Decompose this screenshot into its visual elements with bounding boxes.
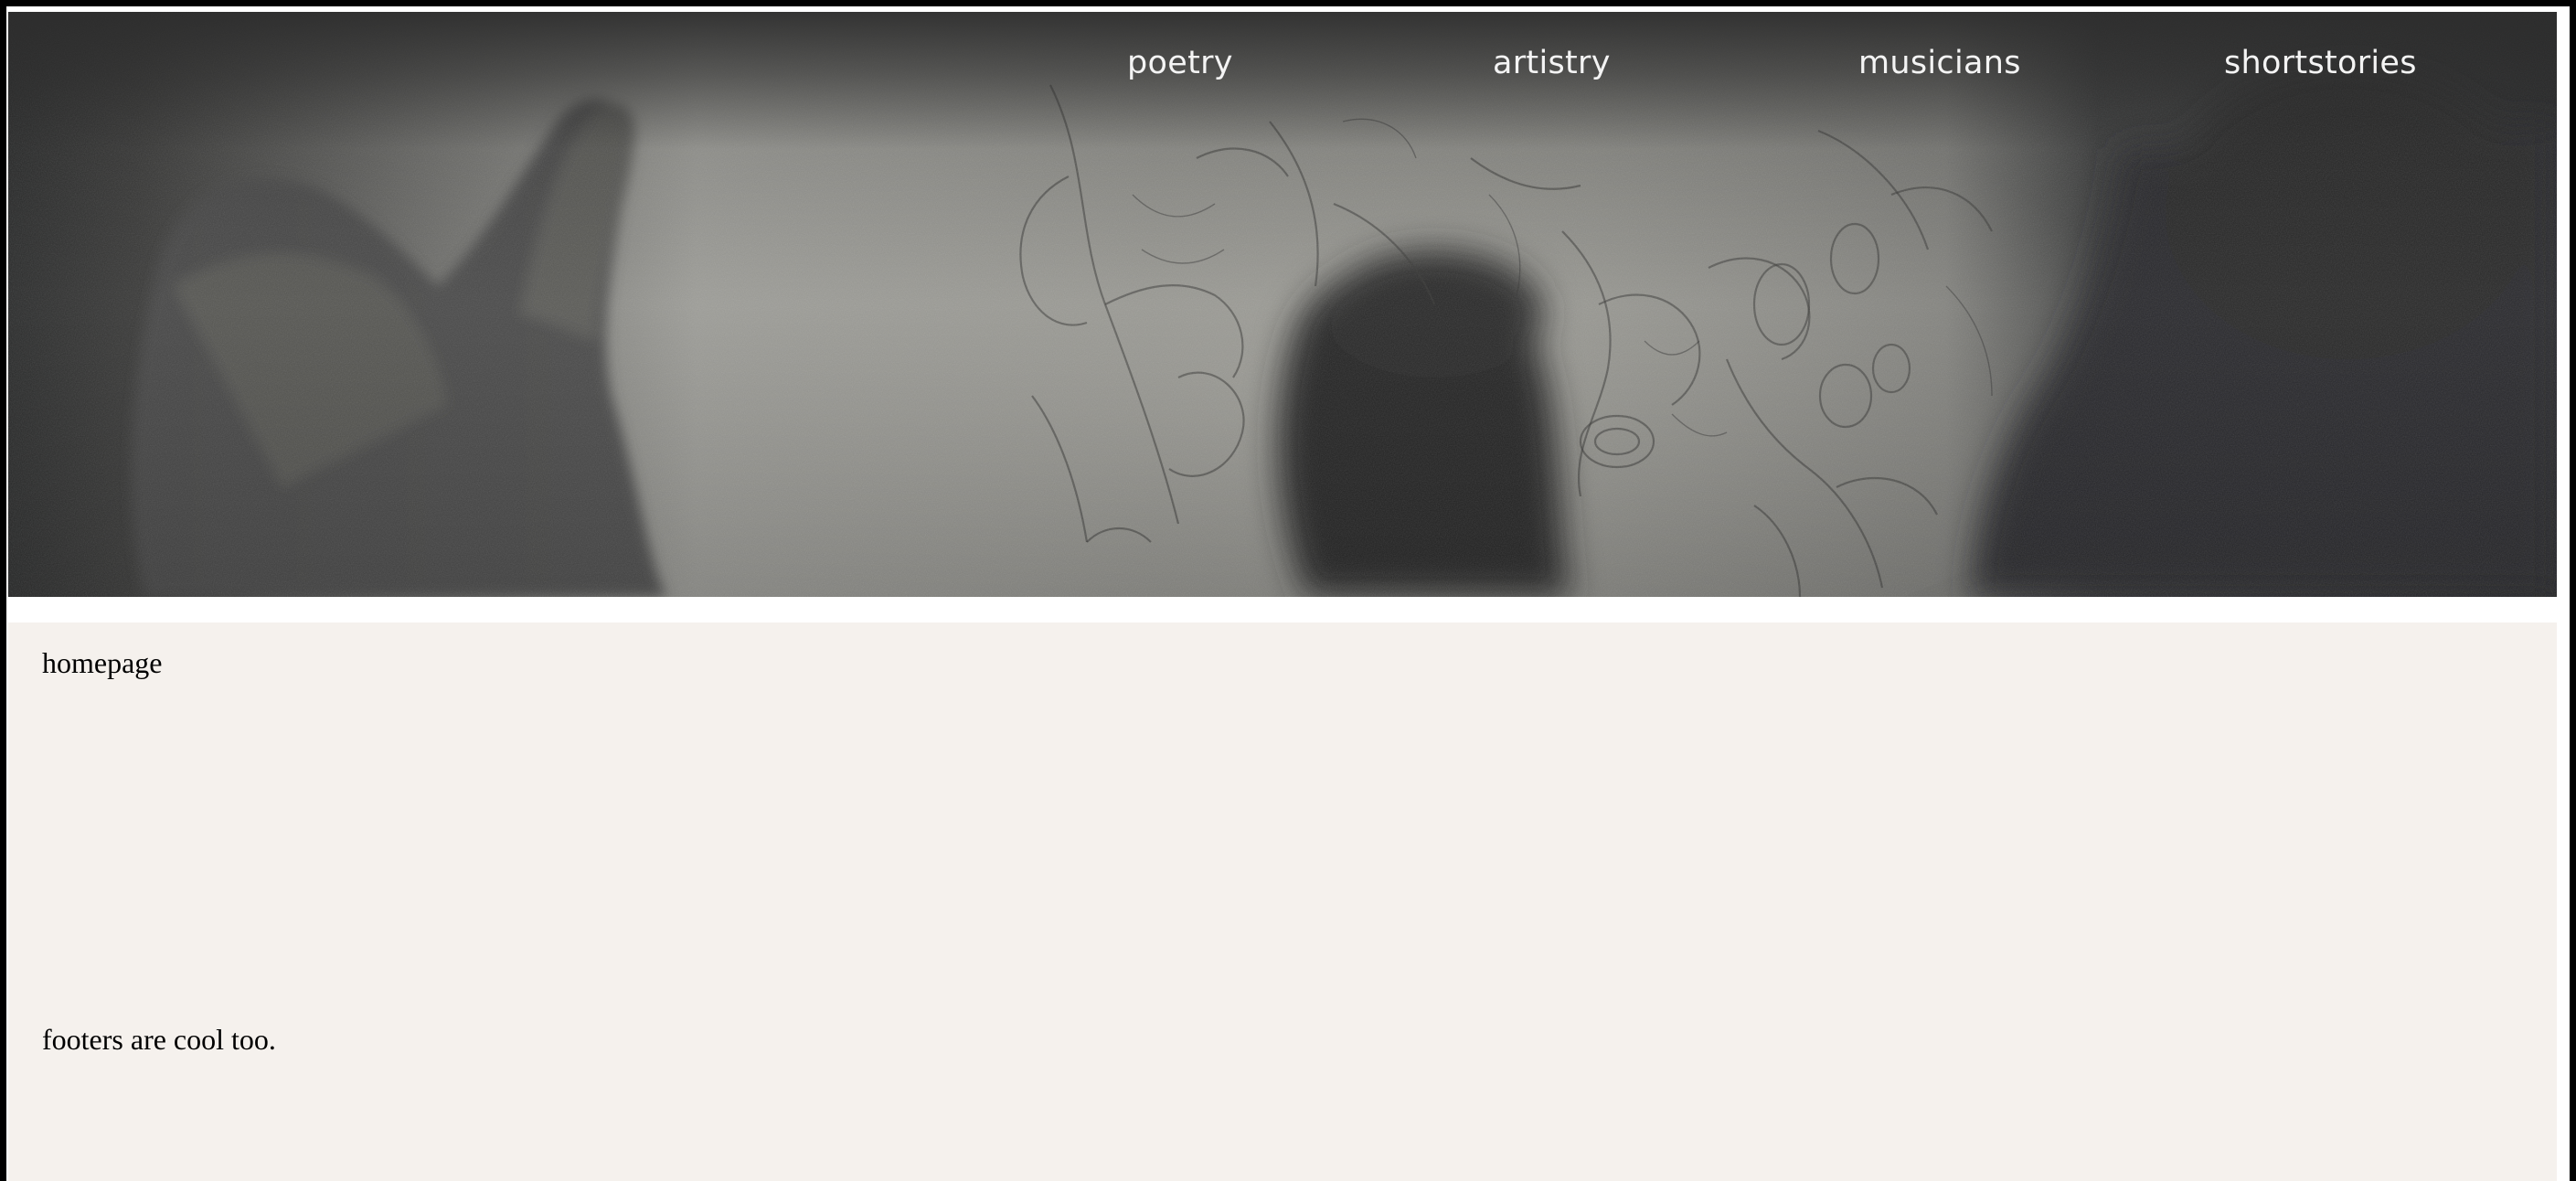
nav-link-shortstories[interactable]: shortstories xyxy=(2224,45,2417,81)
nav-link-poetry[interactable]: poetry xyxy=(1127,45,1233,81)
main-nav: poetry artistry musicians shortstories xyxy=(8,12,2557,103)
nav-link-musicians[interactable]: musicians xyxy=(1858,45,2021,81)
nav-link-artistry[interactable]: artistry xyxy=(1493,45,1611,81)
site-header: poetry artistry musicians shortstories xyxy=(8,12,2557,597)
page-title: homepage xyxy=(42,646,163,679)
main-content: homepage footers are cool too. xyxy=(8,622,2557,1181)
footer-text: footers are cool too. xyxy=(42,1023,276,1056)
